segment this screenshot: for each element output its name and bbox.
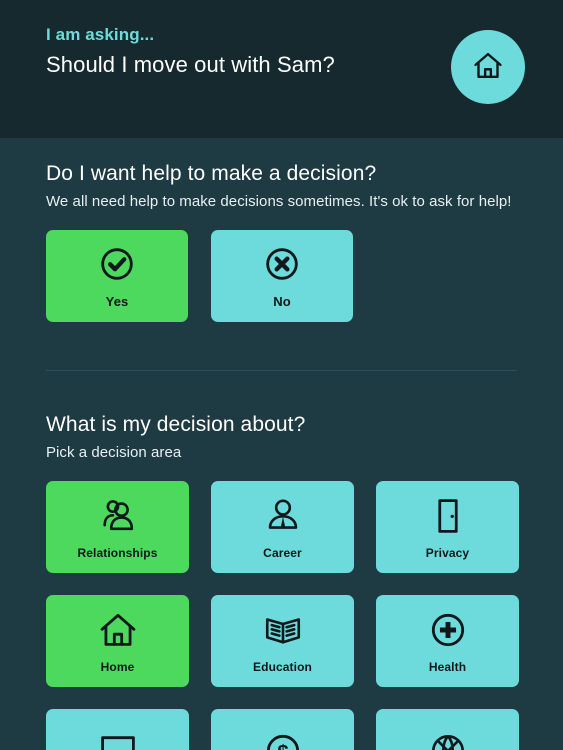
tile-privacy[interactable]: Privacy <box>376 481 519 573</box>
tile-sport[interactable] <box>376 709 519 750</box>
tile-career-label: Career <box>263 545 302 560</box>
tile-money[interactable]: $ <box>211 709 354 750</box>
main-content: Do I want help to make a decision? We al… <box>0 138 563 750</box>
open-book-icon <box>262 609 304 654</box>
tile-technology[interactable] <box>46 709 189 750</box>
check-circle-icon <box>97 244 137 287</box>
tile-health[interactable]: Health <box>376 595 519 687</box>
house-icon <box>97 609 139 654</box>
help-section-title: Do I want help to make a decision? <box>46 162 377 185</box>
areas-section-subtitle: Pick a decision area <box>46 444 182 461</box>
door-icon <box>427 495 469 540</box>
help-section-subtitle: We all need help to make decisions somet… <box>46 193 512 210</box>
yes-no-options: Yes No <box>46 230 517 322</box>
tile-home-label: Home <box>100 659 135 674</box>
asking-label: I am asking... <box>46 25 155 44</box>
tile-privacy-label: Privacy <box>425 545 470 560</box>
home-icon <box>471 49 505 86</box>
basketball-icon <box>427 730 469 750</box>
no-button-label: No <box>273 293 291 309</box>
monitor-icon <box>97 730 139 750</box>
areas-section-title: What is my decision about? <box>46 413 306 436</box>
decision-area-grid: Relationships Career Privacy Home Educat… <box>46 481 519 750</box>
decision-areas-section: What is my decision about? Pick a decisi… <box>46 371 519 750</box>
page-title: Should I move out with Sam? <box>46 52 335 77</box>
x-circle-icon <box>262 244 302 287</box>
tile-career[interactable]: Career <box>211 481 354 573</box>
decision-app-screen: I am asking... Should I move out with Sa… <box>0 0 563 750</box>
person-tie-icon <box>262 495 304 540</box>
tile-education[interactable]: Education <box>211 595 354 687</box>
dollar-circle-icon: $ <box>262 730 304 750</box>
tile-relationships-label: Relationships <box>77 545 158 560</box>
app-header: I am asking... Should I move out with Sa… <box>0 0 563 138</box>
two-people-icon <box>97 495 139 540</box>
svg-text:$: $ <box>277 742 288 750</box>
plus-circle-icon <box>427 609 469 654</box>
no-button[interactable]: No <box>211 230 353 322</box>
tile-education-label: Education <box>253 659 312 674</box>
tile-home[interactable]: Home <box>46 595 189 687</box>
help-section: Do I want help to make a decision? We al… <box>46 138 517 322</box>
tile-health-label: Health <box>428 659 467 674</box>
yes-button[interactable]: Yes <box>46 230 188 322</box>
home-button[interactable] <box>451 30 525 104</box>
yes-button-label: Yes <box>105 293 129 309</box>
tile-relationships[interactable]: Relationships <box>46 481 189 573</box>
